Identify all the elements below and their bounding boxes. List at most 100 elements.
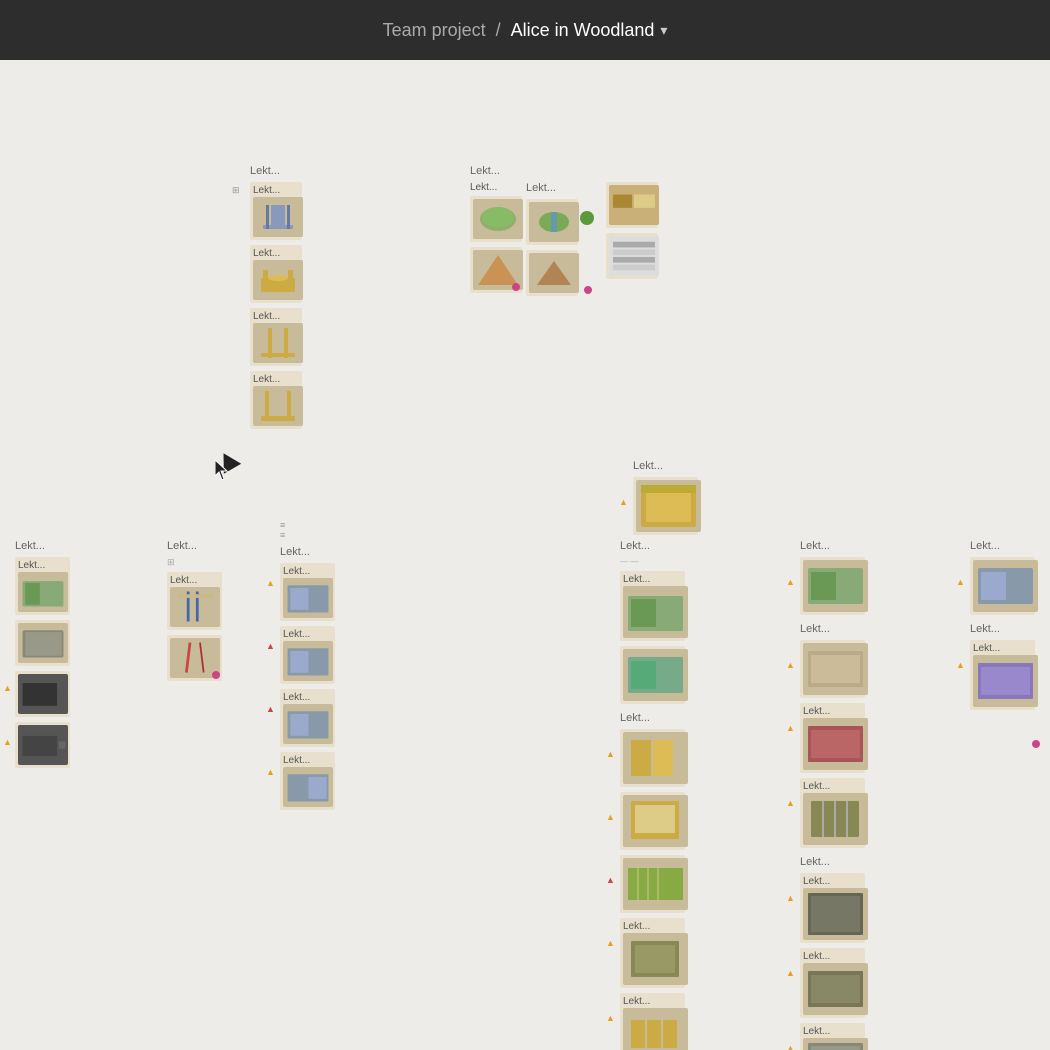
card-label: Lekt...: [470, 182, 522, 193]
card-item[interactable]: [800, 557, 865, 615]
card-thumbnail: [253, 323, 303, 363]
card-item[interactable]: Lekt...: [800, 703, 865, 773]
card-item[interactable]: [633, 477, 698, 535]
card-item[interactable]: Lekt...: [280, 689, 335, 747]
card-item[interactable]: [800, 640, 865, 698]
card-thumbnail: [170, 587, 220, 627]
card-wrapper-warning: ▲ Lekt...: [800, 1023, 865, 1050]
card-item[interactable]: Lekt...: [167, 572, 222, 630]
sub-text: — —: [620, 557, 675, 567]
card-item[interactable]: Lekt...: [620, 993, 685, 1050]
card-wrapper-warning: ▲: [970, 557, 1035, 615]
card-item[interactable]: [620, 646, 685, 704]
card-item[interactable]: [526, 250, 578, 296]
card-thumbnail: [18, 674, 68, 714]
warning-icon: ▲: [956, 660, 965, 670]
card-wrapper-warning: ▲ Lekt...: [800, 948, 865, 1018]
card-item[interactable]: [970, 557, 1035, 615]
card-item[interactable]: [470, 196, 522, 242]
card-item[interactable]: [167, 635, 222, 681]
card-wrapper-warning2: ▲: [15, 722, 70, 768]
card-item[interactable]: Lekt...: [800, 1023, 865, 1050]
card-item[interactable]: Lekt...: [280, 626, 335, 684]
warning-icon: ▲: [786, 577, 795, 587]
card-item[interactable]: [15, 722, 70, 768]
group-title: Lekt...: [15, 540, 70, 552]
card-item[interactable]: [15, 671, 70, 717]
card-item[interactable]: [606, 182, 658, 228]
group-title: Lekt...: [800, 623, 865, 635]
card-wrapper-warning: ▲: [800, 557, 865, 615]
project-name-label: Alice in Woodland: [511, 20, 655, 41]
card-item[interactable]: Lekt...: [250, 245, 302, 303]
card-item[interactable]: Lekt...: [15, 557, 70, 615]
warning-icon: ▲: [3, 683, 12, 693]
card-label: Lekt...: [283, 566, 332, 577]
card-wrapper-warning: ▲ Lekt...: [280, 626, 335, 684]
card-group-top-left: Lekt... ⊞ Lekt... Lekt...: [250, 165, 302, 429]
card-thumbnail: [623, 933, 688, 985]
card-row: Lekt...: [470, 182, 658, 296]
card-item[interactable]: Lekt...: [250, 308, 302, 366]
card-item[interactable]: Lekt...: [800, 873, 865, 943]
card-label: Lekt...: [623, 574, 682, 585]
card-item[interactable]: [526, 199, 578, 245]
card-thumbnail: [18, 572, 68, 612]
card-item[interactable]: Lekt...: [970, 640, 1035, 710]
team-project-label[interactable]: Team project: [383, 20, 486, 41]
card-item[interactable]: Lekt...: [280, 563, 335, 621]
card-thumbnail: [623, 858, 688, 910]
card-group-far-right: Lekt... ▲ Lekt... ▲ Lekt...: [970, 540, 1035, 710]
card-thumbnail: [803, 560, 868, 612]
card-thumbnail: [283, 767, 333, 807]
status-dot-pink: [1032, 740, 1040, 748]
card-thumbnail: [473, 199, 523, 239]
card-item[interactable]: Lekt...: [620, 918, 685, 988]
canvas-area: Lekt... ⊞ Lekt... Lekt...: [0, 60, 1050, 1050]
status-dot-pink: [584, 286, 592, 294]
card-label: Lekt...: [973, 643, 1032, 654]
card-thumbnail: [529, 202, 579, 242]
card-thumbnail: [283, 578, 333, 618]
card-label: Lekt...: [18, 560, 67, 571]
card-thumbnail: [973, 655, 1038, 707]
warning-icon: ▲: [786, 798, 795, 808]
card-item[interactable]: Lekt...: [250, 371, 302, 429]
card-label: Lekt...: [283, 755, 332, 766]
card-item[interactable]: Lekt...: [800, 778, 865, 848]
card-label: Lekt...: [803, 876, 862, 887]
card-item[interactable]: [620, 855, 685, 913]
warning-icon: ▲: [606, 938, 615, 948]
card-wrapper: [526, 247, 594, 296]
card-wrapper-warning: ▲ Lekt...: [800, 873, 865, 943]
icon-small: ⊞: [232, 185, 240, 196]
card-thumbnail: [623, 1008, 688, 1050]
card-item[interactable]: [620, 792, 685, 850]
warning-icon: ▲: [786, 1043, 795, 1050]
card-item[interactable]: [620, 729, 685, 787]
card-wrapper-warning3: ▲ Lekt...: [280, 752, 335, 810]
card-wrapper: ▲ Lekt...: [280, 563, 335, 621]
card-item[interactable]: Lekt...: [800, 948, 865, 1018]
group-title: Lekt...: [633, 460, 698, 472]
card-item[interactable]: Lekt...: [620, 571, 685, 641]
group-title: Lekt...: [970, 623, 1035, 635]
card-item[interactable]: Lekt...: [280, 752, 335, 810]
card-wrapper-warning: ▲ Lekt...: [970, 640, 1035, 710]
card-item[interactable]: [606, 233, 658, 279]
card-thumbnail: [283, 704, 333, 744]
warning-icon: ▲: [266, 578, 275, 588]
card-item[interactable]: [15, 620, 70, 666]
cursor-icon: [215, 448, 241, 474]
card-wrapper: [470, 244, 522, 293]
card-item[interactable]: Lekt...: [250, 182, 302, 240]
card-wrapper: ▲: [633, 477, 698, 535]
group-title: Lekt...: [970, 540, 1035, 552]
card-thumbnail: [18, 725, 68, 765]
card-thumbnail: [283, 641, 333, 681]
card-wrapper-warning: ▲ Lekt...: [620, 918, 685, 988]
project-name-dropdown[interactable]: Alice in Woodland ▾: [511, 20, 668, 41]
card-thumbnail: [623, 795, 688, 847]
card-wrapper-warning: ▲ Lekt...: [800, 778, 865, 848]
card-wrapper: Lekt...: [620, 571, 685, 641]
